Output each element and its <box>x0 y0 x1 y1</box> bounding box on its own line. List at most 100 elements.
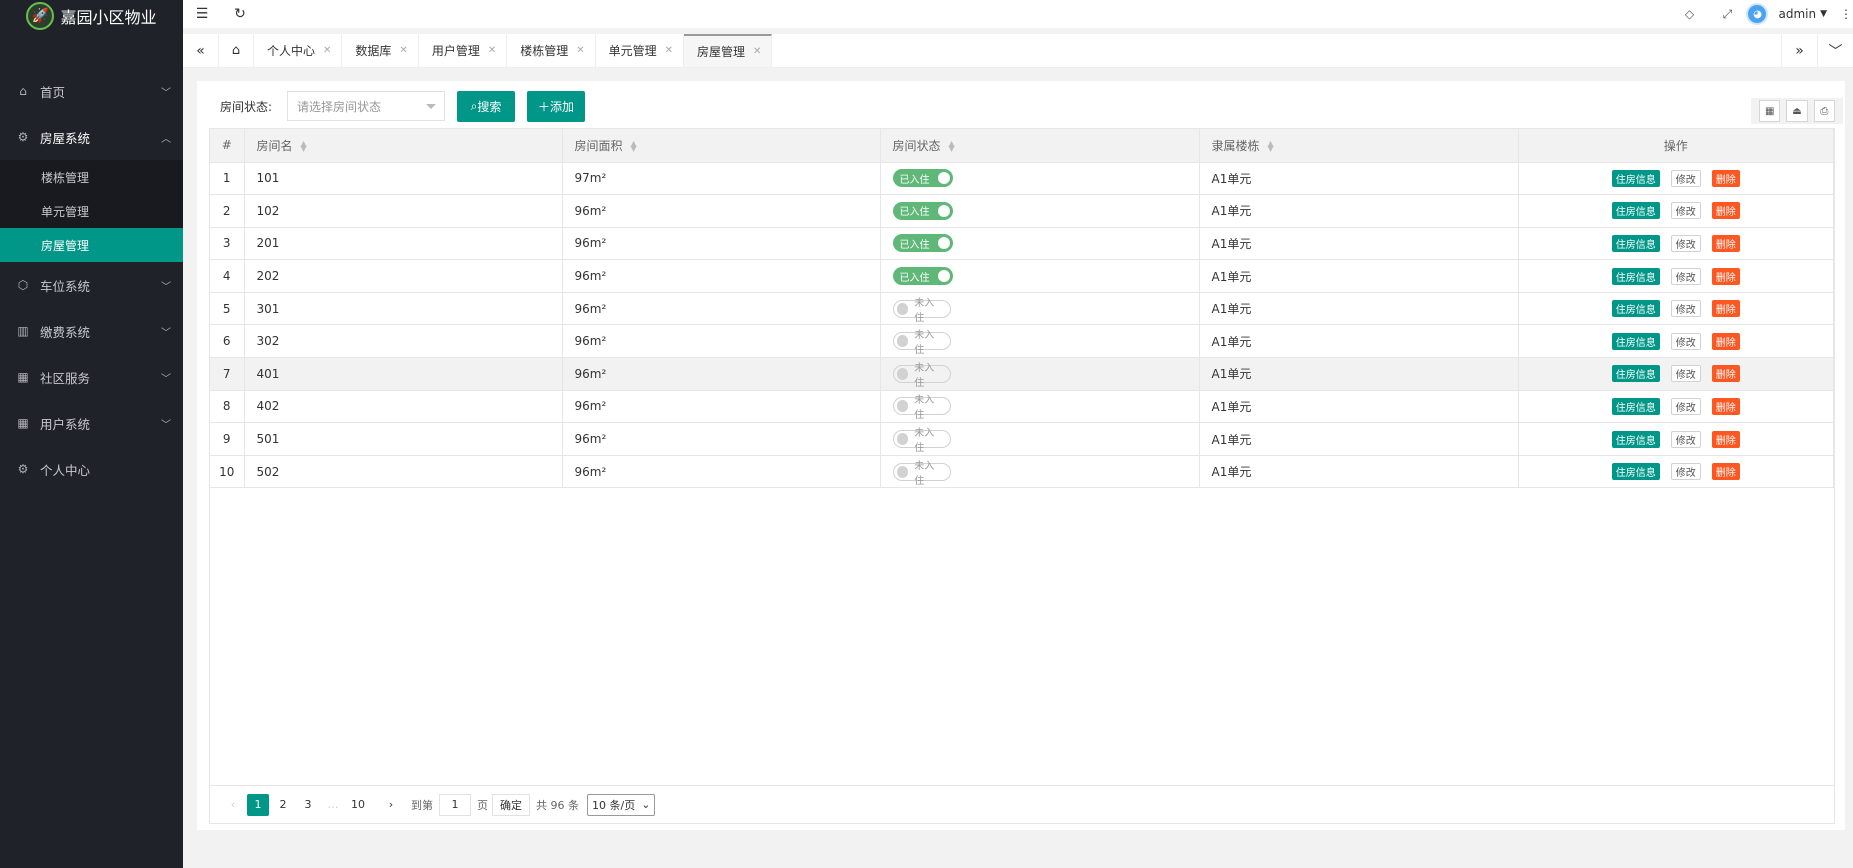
room-info-button[interactable]: 住房信息 <box>1611 430 1660 448</box>
delete-button[interactable]: 删除 <box>1711 300 1740 318</box>
goto-label: 到第 <box>411 798 433 812</box>
tag-icon[interactable]: ◇ <box>1670 7 1708 21</box>
page-size-select[interactable]: 10 条/页 ⌄ <box>587 793 656 816</box>
edit-button[interactable]: 修改 <box>1670 202 1701 220</box>
sidebar-item-parking[interactable]: ⬡ 车位系统 ﹀ <box>0 262 183 308</box>
edit-button[interactable]: 修改 <box>1670 300 1701 318</box>
gear-icon: ⚙ <box>17 462 29 476</box>
more-icon[interactable]: ⋮ <box>1839 7 1853 21</box>
goto-page-input[interactable]: 1 <box>439 793 471 816</box>
tab-profile[interactable]: 个人中心 ✕ <box>254 34 343 67</box>
edit-button[interactable]: 修改 <box>1670 169 1701 187</box>
sort-icon[interactable]: ▲ ▼ <box>1268 140 1274 153</box>
room-info-button[interactable]: 住房信息 <box>1611 365 1660 383</box>
sidebar-subitem-buildings[interactable]: 楼栋管理 <box>0 160 183 194</box>
tab-rooms[interactable]: 房屋管理 ✕ <box>684 34 773 67</box>
delete-button[interactable]: 删除 <box>1711 397 1740 415</box>
edit-button[interactable]: 修改 <box>1670 463 1701 481</box>
status-toggle[interactable]: 已入住 <box>892 201 953 220</box>
delete-button[interactable]: 删除 <box>1711 365 1740 383</box>
status-toggle[interactable]: 未入住 <box>892 298 951 324</box>
edit-button[interactable]: 修改 <box>1670 234 1701 252</box>
search-button[interactable]: ⌕ 搜索 <box>457 90 516 122</box>
status-toggle[interactable]: 未入住 <box>892 428 951 454</box>
delete-button[interactable]: 删除 <box>1711 332 1740 350</box>
user-name[interactable]: admin <box>1778 7 1816 21</box>
close-icon[interactable]: ✕ <box>399 45 407 56</box>
status-toggle[interactable]: 未入住 <box>892 363 951 389</box>
room-info-button[interactable]: 住房信息 <box>1611 463 1660 481</box>
next-page-icon[interactable]: › <box>380 794 402 816</box>
sidebar-item-payment[interactable]: ▥ 缴费系统 ﹀ <box>0 308 183 354</box>
sidebar-item-users[interactable]: ▦ 用户系统 ﹀ <box>0 400 183 446</box>
sidebar-subitem-rooms[interactable]: 房屋管理 <box>0 228 183 262</box>
room-info-button[interactable]: 住房信息 <box>1611 267 1660 285</box>
sidebar-item-home[interactable]: ⌂ 首页 ﹀ <box>0 68 183 114</box>
delete-button[interactable]: 删除 <box>1711 267 1740 285</box>
sidebar-subitem-units[interactable]: 单元管理 <box>0 194 183 228</box>
caret-down-icon[interactable]: ▼ <box>1820 9 1827 19</box>
room-info-button[interactable]: 住房信息 <box>1611 300 1660 318</box>
sidebar-item-community[interactable]: ▦ 社区服务 ﹀ <box>0 354 183 400</box>
close-icon[interactable]: ✕ <box>323 45 331 56</box>
status-toggle[interactable]: 已入住 <box>892 267 953 286</box>
tabs-prev-icon[interactable]: « <box>183 34 219 67</box>
close-icon[interactable]: ✕ <box>576 45 584 56</box>
add-button[interactable]: ＋ 添加 <box>527 90 586 122</box>
page-button[interactable]: 1 <box>247 793 269 816</box>
page-button[interactable]: 2 <box>272 794 294 816</box>
sort-icon[interactable]: ▲ ▼ <box>301 140 307 153</box>
col-header-area[interactable]: 房间面积 ▲ ▼ <box>562 129 881 163</box>
edit-button[interactable]: 修改 <box>1670 430 1701 448</box>
avatar[interactable]: ◕ <box>1746 3 1769 25</box>
delete-button[interactable]: 删除 <box>1711 430 1740 448</box>
status-select[interactable]: 请选择房间状态 <box>287 91 446 121</box>
col-header-status[interactable]: 房间状态 ▲ ▼ <box>880 129 1200 163</box>
fullscreen-icon[interactable]: ⤢ <box>1708 7 1746 22</box>
edit-button[interactable]: 修改 <box>1670 332 1701 350</box>
close-icon[interactable]: ✕ <box>753 46 761 57</box>
sort-icon[interactable]: ▲ ▼ <box>949 140 955 153</box>
status-toggle[interactable]: 已入住 <box>892 234 953 253</box>
room-info-button[interactable]: 住房信息 <box>1611 169 1660 187</box>
tabs-next-icon[interactable]: » <box>1781 34 1817 67</box>
room-info-button[interactable]: 住房信息 <box>1611 234 1660 252</box>
close-icon[interactable]: ✕ <box>665 45 673 56</box>
status-toggle[interactable]: 未入住 <box>892 461 951 487</box>
status-toggle[interactable]: 已入住 <box>892 169 953 188</box>
edit-button[interactable]: 修改 <box>1670 365 1701 383</box>
page-button[interactable]: 10 <box>347 794 369 816</box>
edit-button[interactable]: 修改 <box>1670 267 1701 285</box>
tab-units[interactable]: 单元管理 ✕ <box>596 34 685 67</box>
col-header-name[interactable]: 房间名 ▲ ▼ <box>244 129 563 163</box>
room-info-button[interactable]: 住房信息 <box>1611 202 1660 220</box>
menu-toggle-icon[interactable]: ☰ <box>183 6 221 22</box>
page-button[interactable]: 3 <box>297 794 319 816</box>
col-header-building[interactable]: 隶属楼栋 ▲ ▼ <box>1199 129 1519 163</box>
delete-button[interactable]: 删除 <box>1711 169 1740 187</box>
export-icon[interactable]: ⏏ <box>1786 100 1808 122</box>
tab-buildings[interactable]: 楼栋管理 ✕ <box>507 34 596 67</box>
delete-button[interactable]: 删除 <box>1711 463 1740 481</box>
refresh-icon[interactable]: ↻ <box>221 6 259 22</box>
home-icon[interactable]: ⌂ <box>219 34 254 67</box>
status-toggle[interactable]: 未入住 <box>892 395 951 421</box>
sidebar-item-housing[interactable]: ⚙ 房屋系统 ︿ <box>0 114 183 160</box>
columns-icon[interactable]: ▦ <box>1759 100 1781 122</box>
delete-button[interactable]: 删除 <box>1711 202 1740 220</box>
room-info-button[interactable]: 住房信息 <box>1611 332 1660 350</box>
print-icon[interactable]: ⎙ <box>1813 100 1835 122</box>
sort-icon[interactable]: ▲ ▼ <box>631 140 637 153</box>
status-toggle-label: 未入住 <box>914 330 935 357</box>
close-icon[interactable]: ✕ <box>488 45 496 56</box>
delete-button[interactable]: 删除 <box>1711 234 1740 252</box>
tab-users[interactable]: 用户管理 ✕ <box>419 34 508 67</box>
edit-button[interactable]: 修改 <box>1670 397 1701 415</box>
room-info-button[interactable]: 住房信息 <box>1611 397 1660 415</box>
status-toggle[interactable]: 未入住 <box>892 330 951 356</box>
tab-database[interactable]: 数据库 ✕ <box>342 34 419 67</box>
tabs-menu-icon[interactable]: ﹀ <box>1817 34 1853 67</box>
prev-page-icon[interactable]: ‹ <box>222 794 244 816</box>
sidebar-item-profile[interactable]: ⚙ 个人中心 <box>0 446 183 492</box>
goto-confirm-button[interactable]: 确定 <box>492 793 530 816</box>
